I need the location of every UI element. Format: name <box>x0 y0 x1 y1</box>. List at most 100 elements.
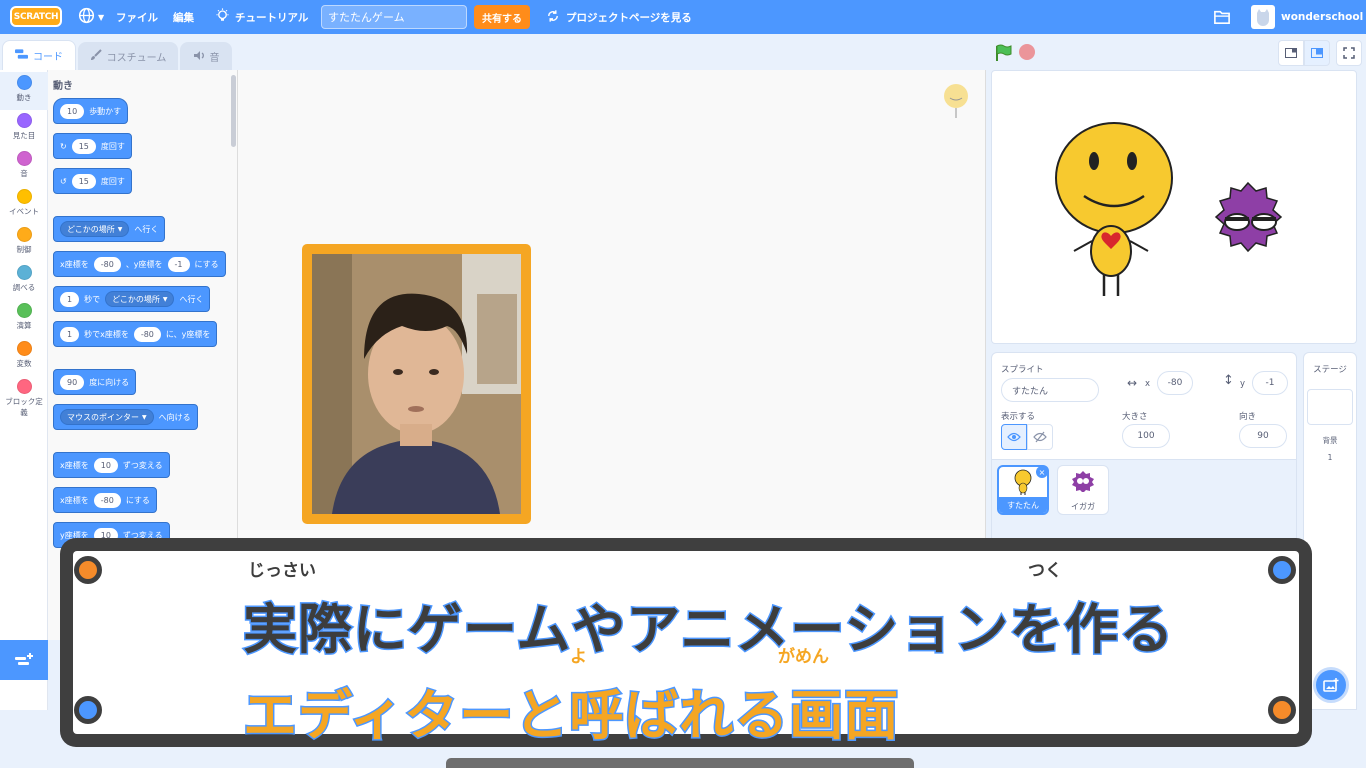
block-change-x[interactable]: x座標を 10 ずつ変える <box>53 452 170 478</box>
block-input[interactable]: 10 <box>60 103 85 119</box>
size-input[interactable]: 100 <box>1122 424 1170 448</box>
backdrops-label: 背景 <box>1322 436 1338 445</box>
add-extension-icon <box>15 653 33 665</box>
show-sprite-button[interactable] <box>1001 424 1027 450</box>
y-input[interactable]: -1 <box>1252 371 1288 395</box>
block-turn-right[interactable]: ↻ 15 度回す <box>53 133 132 159</box>
block-turn-left[interactable]: ↺ 15 度回す <box>53 168 132 194</box>
block-move-steps[interactable]: 10 歩動かす <box>53 98 129 124</box>
x-input[interactable]: -80 <box>1157 371 1193 395</box>
block-input[interactable]: 10 <box>93 457 118 473</box>
tab-costumes[interactable]: コスチューム <box>78 42 178 70</box>
block-set-x[interactable]: x座標を -80 にする <box>53 487 157 513</box>
category-label: 動き <box>16 93 32 102</box>
category-sound[interactable]: 音 <box>0 148 48 186</box>
my-stuff-icon[interactable] <box>1213 0 1231 34</box>
block-text: へ行く <box>134 224 159 234</box>
tutorials-button[interactable]: チュートリアル <box>215 0 308 34</box>
backdrops-count: 1 <box>1327 453 1333 462</box>
block-text: にする <box>194 259 219 269</box>
sprite-thumb-igaga[interactable]: イガガ <box>1057 465 1109 515</box>
scratch-logo[interactable]: SCRATCH <box>10 6 62 27</box>
block-point-direction[interactable]: 90 度に向ける <box>53 369 137 395</box>
category-events[interactable]: イベント <box>0 186 48 224</box>
sprite-thumb-sutatan[interactable]: × すたたん <box>997 465 1049 515</box>
category-control[interactable]: 制御 <box>0 224 48 262</box>
block-input[interactable]: 15 <box>71 138 96 154</box>
tab-sounds[interactable]: 音 <box>180 42 232 70</box>
share-button[interactable]: 共有する <box>474 5 530 29</box>
code-blocks-icon <box>15 49 28 62</box>
block-input[interactable]: -1 <box>167 256 190 272</box>
caption-banner: じっさい つく 実際にゲームやアニメーションを作る よ がめん エディターと呼ば… <box>60 538 1312 749</box>
project-title-input[interactable]: すたたんゲーム <box>321 5 467 29</box>
caption-ruby: がめん <box>777 646 830 668</box>
large-stage-button[interactable] <box>1304 40 1330 66</box>
category-looks[interactable]: 見た目 <box>0 110 48 148</box>
block-input[interactable]: -80 <box>93 492 121 508</box>
category-operators[interactable]: 演算 <box>0 300 48 338</box>
stage-thumbnail[interactable] <box>1307 389 1353 425</box>
block-dropdown[interactable]: どこかの場所 ▼ <box>105 291 175 307</box>
avatar <box>1251 5 1275 29</box>
hide-sprite-button[interactable] <box>1027 424 1053 450</box>
block-point-towards[interactable]: マウスのポインター ▼ へ向ける <box>53 404 198 430</box>
category-my-blocks[interactable]: ブロック定義 <box>0 376 48 424</box>
delete-sprite-icon[interactable]: × <box>1036 466 1048 478</box>
block-text: x座標を <box>60 495 89 505</box>
palette-scrollbar[interactable] <box>231 75 236 147</box>
category-label: 変数 <box>16 359 32 368</box>
block-goto[interactable]: どこかの場所 ▼ へ行く <box>53 216 166 242</box>
image-add-icon <box>1323 678 1339 692</box>
category-label: 見た目 <box>12 131 36 140</box>
add-backdrop-button[interactable] <box>1313 667 1349 703</box>
block-input[interactable]: 15 <box>71 173 96 189</box>
fullscreen-icon <box>1343 47 1355 59</box>
small-stage-button[interactable] <box>1278 40 1304 66</box>
block-text: 歩動かす <box>89 106 122 116</box>
sprite-name-input[interactable]: すたたん <box>1001 378 1099 402</box>
edit-menu[interactable]: 編集 <box>173 0 194 34</box>
fullscreen-button[interactable] <box>1336 40 1362 66</box>
category-sensing[interactable]: 調べる <box>0 262 48 300</box>
block-goto-xy[interactable]: x座標を -80 、y座標を -1 にする <box>53 251 226 277</box>
stage-canvas[interactable] <box>991 70 1357 344</box>
my-blocks-dot-icon <box>16 379 32 394</box>
stop-icon[interactable] <box>1019 44 1035 60</box>
category-motion[interactable]: 動き <box>0 72 48 110</box>
green-flag-icon[interactable] <box>994 44 1012 65</box>
block-text: 、y座標を <box>125 259 163 269</box>
account-menu[interactable]: wonderschool <box>1251 0 1363 34</box>
igaga-thumbnail-icon <box>1072 471 1094 492</box>
block-input[interactable]: -80 <box>133 326 161 342</box>
stage-sprite-sutatan[interactable] <box>1055 122 1173 296</box>
block-input[interactable]: -80 <box>93 256 121 272</box>
block-dropdown[interactable]: マウスのポインター ▼ <box>60 409 154 425</box>
direction-input[interactable]: 90 <box>1239 424 1287 448</box>
see-project-page-button[interactable]: プロジェクトページを見る <box>546 0 692 34</box>
screw-blue-icon <box>1268 556 1296 584</box>
stage-sprite-igaga[interactable] <box>1214 181 1283 253</box>
tab-costumes-label: コスチューム <box>106 53 167 64</box>
add-extension-button[interactable] <box>0 640 48 680</box>
small-stage-icon <box>1285 48 1297 58</box>
block-input[interactable]: 90 <box>60 374 85 390</box>
language-menu[interactable]: ▼ <box>78 0 104 34</box>
category-label: 演算 <box>16 321 32 330</box>
caption-line-2: エディターと呼ばれる画面 <box>241 683 900 749</box>
caret-down-icon: ▼ <box>162 295 168 303</box>
block-glide-xy[interactable]: 1 秒でx座標を -80 に、y座標を <box>53 321 218 347</box>
remix-arrows-icon <box>546 9 560 26</box>
category-variables[interactable]: 変数 <box>0 338 48 376</box>
direction-label: 向き <box>1239 412 1257 422</box>
block-dropdown[interactable]: どこかの場所 ▼ <box>60 221 130 237</box>
variables-dot-icon <box>16 341 32 356</box>
dropdown-label: どこかの場所 <box>112 294 160 304</box>
looks-dot-icon <box>16 113 32 128</box>
file-menu[interactable]: ファイル <box>116 0 158 34</box>
caption-ruby: じっさい <box>247 560 317 582</box>
block-glide-to[interactable]: 1 秒で どこかの場所 ▼ へ行く <box>53 286 211 312</box>
tab-code[interactable]: コード <box>2 40 76 70</box>
block-input[interactable]: 1 <box>60 291 80 307</box>
block-input[interactable]: 1 <box>60 326 80 342</box>
